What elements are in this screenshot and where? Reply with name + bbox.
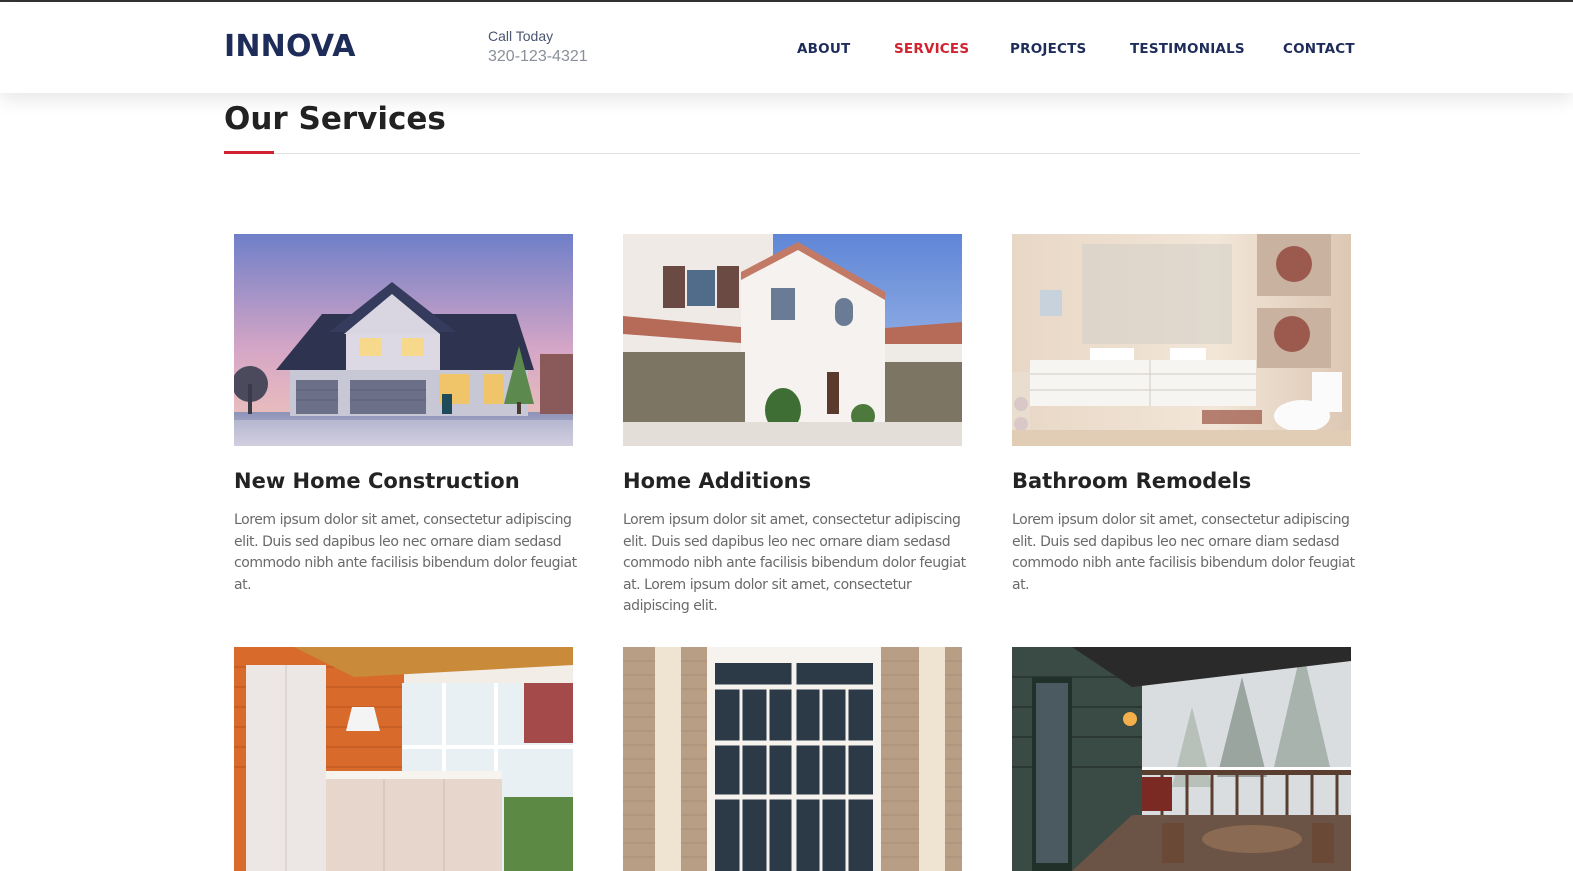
nav-testimonials[interactable]: TESTIMONIALS bbox=[1130, 41, 1245, 57]
service-title[interactable]: New Home Construction bbox=[234, 469, 520, 493]
service-description: Lorem ipsum dolor sit amet, consectetur … bbox=[623, 512, 966, 614]
main-nav: ABOUT SERVICES PROJECTS TESTIMONIALS CON… bbox=[0, 41, 1573, 61]
nav-contact[interactable]: CONTACT bbox=[1283, 41, 1355, 57]
nav-about[interactable]: ABOUT bbox=[797, 41, 850, 57]
service-card-windows bbox=[623, 647, 962, 871]
title-divider bbox=[224, 153, 1360, 154]
section-title: Our Services bbox=[224, 101, 446, 137]
white-stucco-house-photo[interactable] bbox=[623, 234, 962, 446]
service-card-kitchen bbox=[234, 647, 573, 871]
snowy-deck-photo[interactable] bbox=[1012, 647, 1351, 871]
service-title[interactable]: Home Additions bbox=[623, 469, 811, 493]
nav-services[interactable]: SERVICES bbox=[894, 41, 969, 57]
window-brick-wall-photo[interactable] bbox=[623, 647, 962, 871]
service-card-new-home: New Home Construction Lorem ipsum dolor … bbox=[234, 234, 577, 593]
service-title[interactable]: Bathroom Remodels bbox=[1012, 469, 1251, 493]
service-description: Lorem ipsum dolor sit amet, consectetur … bbox=[1012, 512, 1355, 593]
service-description: Lorem ipsum dolor sit amet, consectetur … bbox=[234, 512, 577, 593]
nav-projects[interactable]: PROJECTS bbox=[1010, 41, 1086, 57]
title-accent-bar bbox=[224, 151, 274, 154]
kitchen-interior-photo[interactable] bbox=[234, 647, 573, 871]
house-dusk-photo[interactable] bbox=[234, 234, 573, 446]
site-header: INNOVA Call Today 320-123-4321 ABOUT SER… bbox=[0, 2, 1573, 93]
service-card-decks bbox=[1012, 647, 1351, 871]
service-card-bathroom: Bathroom Remodels Lorem ipsum dolor sit … bbox=[1012, 234, 1355, 593]
service-card-additions: Home Additions Lorem ipsum dolor sit ame… bbox=[623, 234, 966, 614]
bathroom-interior-photo[interactable] bbox=[1012, 234, 1351, 446]
